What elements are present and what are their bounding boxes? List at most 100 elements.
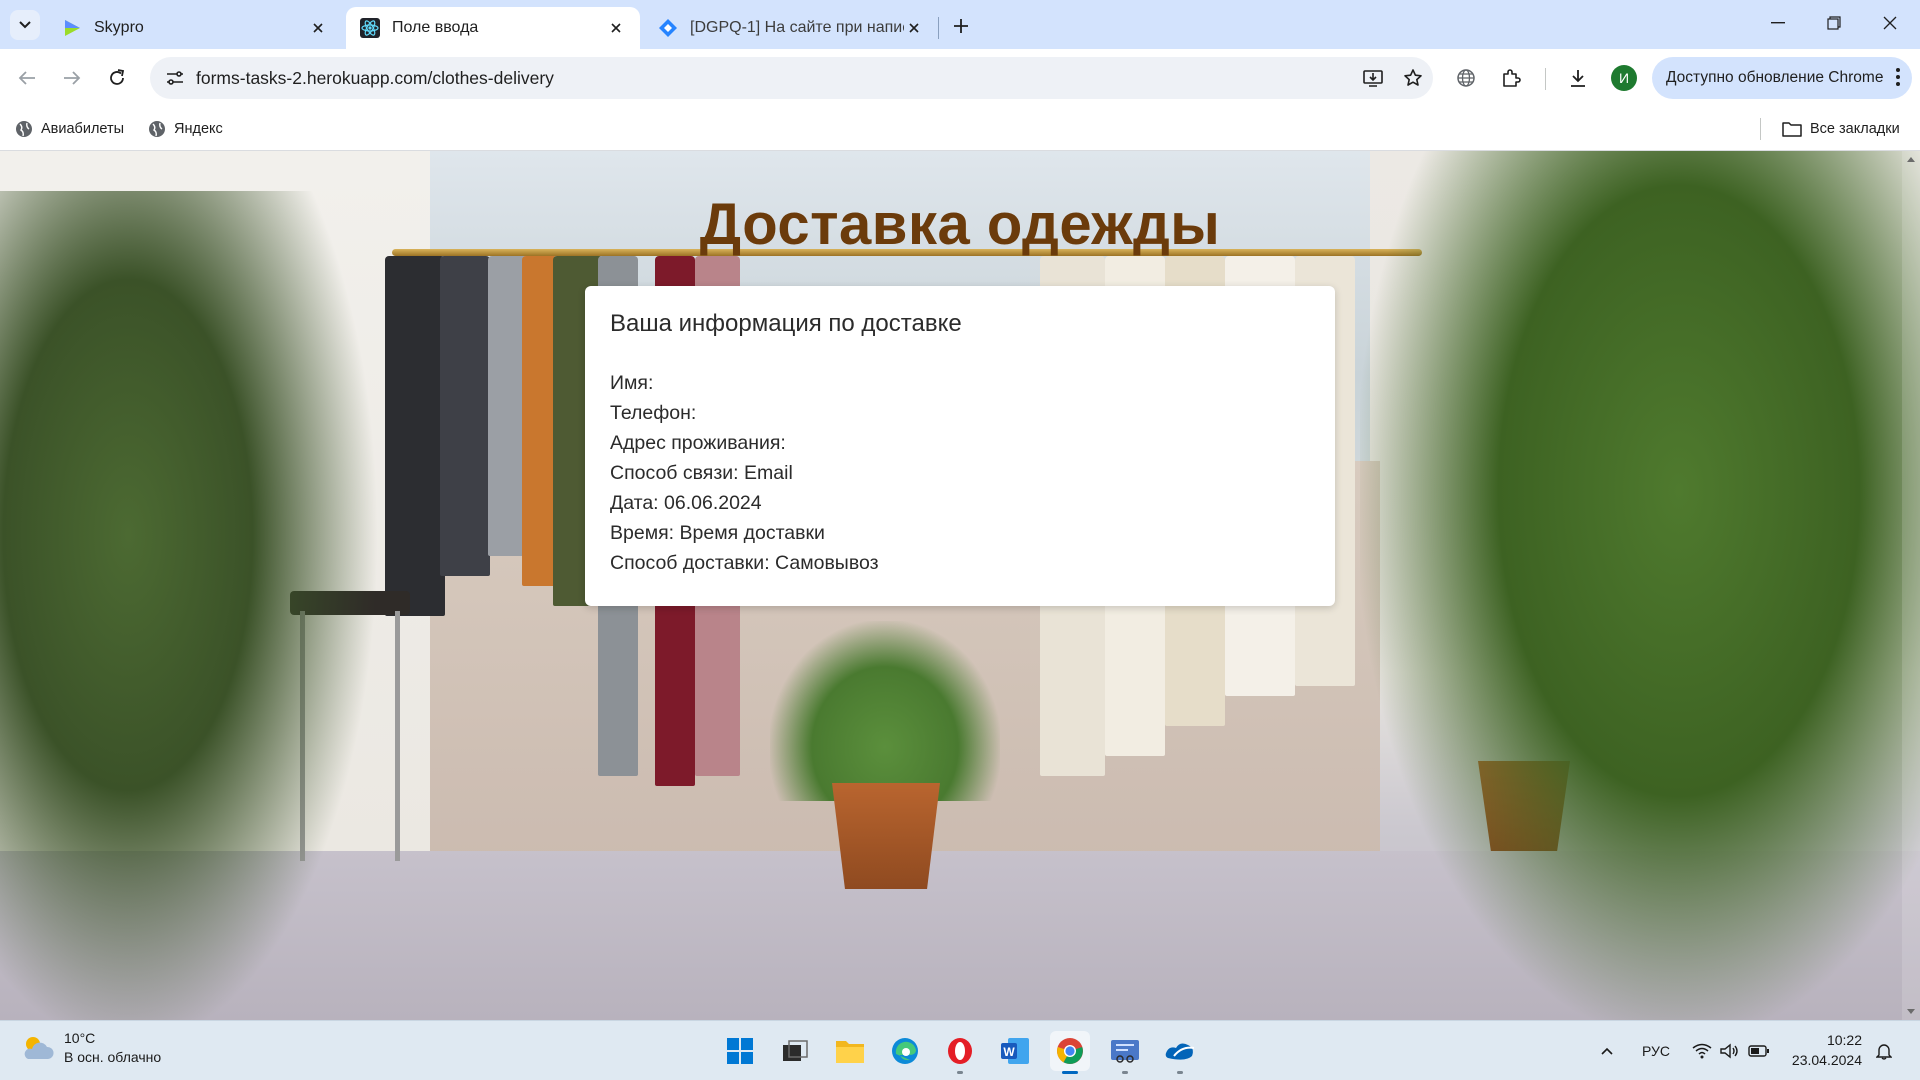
browser-toolbar: forms-tasks-2.herokuapp.com/clothes-deli… (0, 49, 1920, 108)
info-row-address: Адрес проживания: (610, 428, 1310, 458)
globe-icon (149, 121, 165, 137)
all-bookmarks-button[interactable]: Все закладки (1782, 116, 1900, 142)
tray-overflow-button[interactable] (1600, 1039, 1614, 1063)
bookmark-yandex[interactable]: Яндекс (148, 116, 223, 142)
opera-icon (948, 1038, 972, 1064)
weather-widget[interactable]: 10°C В осн. облачно (20, 1029, 161, 1067)
extensions-puzzle-icon[interactable] (1494, 61, 1528, 95)
volume-icon (1720, 1043, 1738, 1059)
minimize-icon (1771, 22, 1785, 24)
info-label: Способ доставки: (610, 552, 770, 574)
scroll-down-icon[interactable] (1907, 1009, 1915, 1014)
plant (0, 191, 380, 1020)
info-row-name: Имя: (610, 368, 1310, 398)
menu-kebab-icon[interactable] (1896, 68, 1900, 91)
update-label: Доступно обновление Chrome (1666, 69, 1884, 86)
globe-icon (16, 121, 32, 137)
task-view-button[interactable] (775, 1031, 815, 1071)
downloads-icon[interactable] (1561, 61, 1595, 95)
notifications-button[interactable] (1876, 1039, 1892, 1063)
info-label: Имя: (610, 372, 654, 394)
chrome-button[interactable] (1050, 1031, 1090, 1074)
reload-icon (110, 69, 125, 85)
bookmark-star-icon[interactable] (1393, 68, 1433, 88)
svg-text:W: W (1003, 1045, 1015, 1059)
tab-jira[interactable]: [DGPQ-1] На сайте при написа (644, 7, 938, 49)
info-value: 06.06.2024 (664, 492, 762, 514)
running-indicator (1177, 1071, 1183, 1074)
folder-icon (1782, 122, 1802, 137)
word-icon: W (1001, 1038, 1029, 1064)
info-label: Дата: (610, 492, 659, 514)
url-text[interactable]: forms-tasks-2.herokuapp.com/clothes-deli… (196, 68, 1353, 89)
garment (385, 256, 445, 616)
site-settings-icon[interactable] (158, 70, 192, 86)
info-row-date: Дата: 06.06.2024 (610, 488, 1310, 518)
skypro-play-icon (65, 20, 80, 36)
back-button[interactable] (10, 61, 44, 95)
language-indicator[interactable]: РУС (1642, 1039, 1670, 1063)
tab-title: [DGPQ-1] На сайте при написа (690, 19, 904, 36)
install-app-icon[interactable] (1353, 69, 1393, 87)
network-volume-battery[interactable] (1692, 1039, 1770, 1063)
close-window-button[interactable] (1862, 0, 1918, 46)
tab-pole-vvoda[interactable]: Поле ввода (346, 7, 640, 49)
tab-search-button[interactable] (10, 10, 40, 40)
opera-button[interactable] (940, 1031, 980, 1074)
page-viewport: Доставка одежды Ваша информация по доста… (0, 151, 1920, 1020)
page-scrollbar[interactable] (1902, 151, 1920, 1020)
tab-title: Поле ввода (392, 19, 479, 36)
onedrive-button[interactable] (1160, 1031, 1200, 1074)
scroll-up-icon[interactable] (1907, 157, 1915, 162)
active-indicator (1062, 1071, 1078, 1074)
bookmarks-bar: Авиабилеты Яндекс Все закладки (0, 108, 1920, 151)
close-icon[interactable] (904, 18, 924, 38)
file-explorer-button[interactable] (830, 1031, 870, 1071)
clock-date: 23.04.2024 (1791, 1052, 1862, 1068)
bell-icon (1876, 1044, 1892, 1060)
tab-separator (938, 17, 939, 39)
page-title: Доставка одежды (699, 192, 1221, 257)
bookmark-aviabilety[interactable]: Авиабилеты (15, 116, 124, 142)
edge-button[interactable] (885, 1031, 925, 1071)
new-tab-button[interactable] (946, 12, 976, 40)
restore-icon (1827, 16, 1841, 30)
plant-pot (832, 783, 940, 889)
bookmarks-separator (1760, 118, 1761, 140)
chrome-update-button[interactable]: Доступно обновление Chrome (1652, 57, 1912, 99)
translate-globe-icon[interactable] (1449, 61, 1483, 95)
reload-button[interactable] (100, 61, 134, 95)
close-icon[interactable] (606, 18, 626, 38)
info-row-time: Время: Время доставки (610, 518, 1310, 548)
all-bookmarks-label: Все закладки (1810, 121, 1900, 137)
word-button[interactable]: W (995, 1031, 1035, 1071)
edge-icon (892, 1038, 918, 1064)
info-value: Время доставки (679, 522, 825, 544)
clock[interactable]: 10:22 23.04.2024 (1790, 1030, 1862, 1070)
windows-start-button[interactable] (720, 1031, 760, 1071)
jira-diamond-icon (659, 19, 677, 37)
info-label: Телефон: (610, 402, 697, 424)
chevron-down-icon (19, 21, 31, 29)
garment (440, 256, 490, 576)
windows-start-icon (727, 1038, 753, 1064)
arrow-left-icon (18, 71, 35, 85)
bookmark-label: Авиабилеты (41, 121, 125, 137)
restore-button[interactable] (1806, 0, 1862, 46)
forward-button[interactable] (55, 61, 89, 95)
profile-avatar[interactable]: И (1611, 65, 1637, 91)
info-label: Способ связи: (610, 462, 739, 484)
close-icon[interactable] (308, 18, 328, 38)
plant (1360, 151, 1920, 1020)
wifi-icon (1692, 1043, 1712, 1059)
minimize-button[interactable] (1750, 0, 1806, 46)
windows-taskbar: 10°C В осн. облачно W РУС 10:22 23.04.20… (0, 1020, 1920, 1080)
stool-leg (395, 611, 400, 861)
tab-skypro[interactable]: Skypro (48, 7, 342, 49)
address-bar[interactable]: forms-tasks-2.herokuapp.com/clothes-deli… (150, 57, 1433, 99)
snipping-tool-button[interactable] (1105, 1031, 1145, 1074)
close-icon (1883, 16, 1897, 30)
cloud-sun-icon (24, 1037, 54, 1059)
weather-desc: В осн. облачно (64, 1049, 162, 1065)
info-value: Самовывоз (775, 552, 879, 574)
